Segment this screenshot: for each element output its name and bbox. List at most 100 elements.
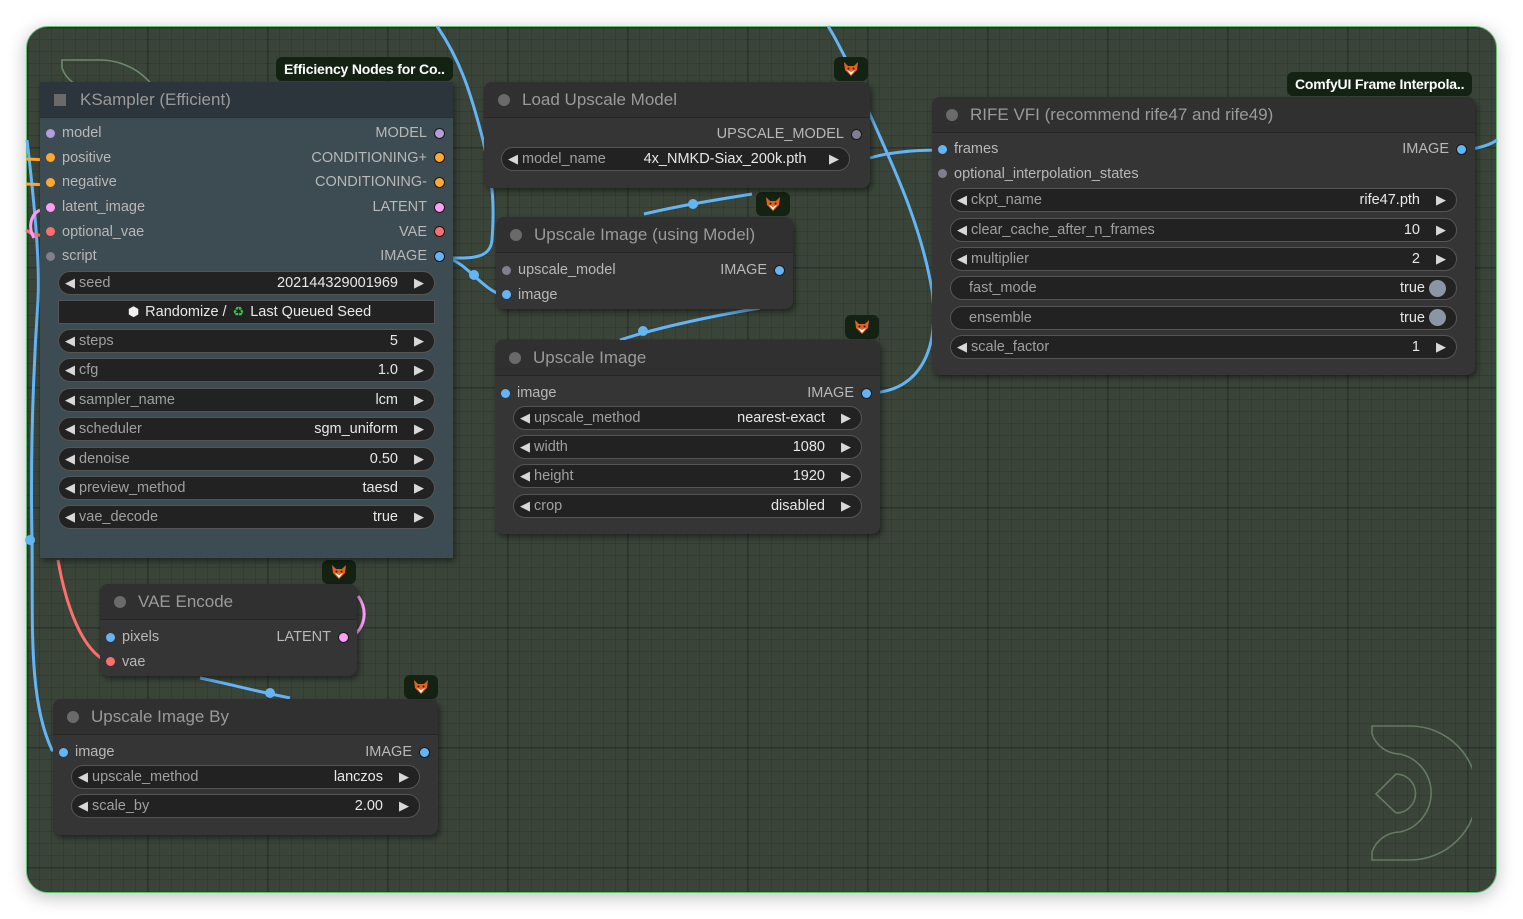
widget-scale-by[interactable]: ◀ scale_by 2.00 ▶ xyxy=(71,793,420,818)
increment-arrow-icon[interactable]: ▶ xyxy=(410,451,424,467)
output-slot-image[interactable]: IMAGE xyxy=(1402,141,1467,157)
node-load-upscale-model[interactable]: Load Upscale Model UPSCALE_MODEL ◀ model… xyxy=(484,82,870,188)
decrement-arrow-icon[interactable]: ◀ xyxy=(65,421,79,437)
widget-scale-factor[interactable]: ◀ scale_factor 1 ▶ xyxy=(950,335,1457,360)
output-slot-upscale-model[interactable]: UPSCALE_MODEL xyxy=(717,126,862,142)
increment-arrow-icon[interactable]: ▶ xyxy=(410,362,424,378)
node-ksampler-efficient[interactable]: KSampler (Efficient) model MODEL positiv… xyxy=(40,82,453,558)
collapse-toggle[interactable] xyxy=(54,93,66,106)
decrement-arrow-icon[interactable]: ◀ xyxy=(520,468,534,484)
widget-ensemble[interactable]: ensemble true xyxy=(950,305,1457,330)
widget-steps[interactable]: ◀ steps 5 ▶ xyxy=(58,328,435,353)
collapse-toggle[interactable] xyxy=(946,108,958,121)
decrement-arrow-icon[interactable]: ◀ xyxy=(65,480,79,496)
widget-width[interactable]: ◀ width 1080 ▶ xyxy=(513,434,862,459)
widget-vae-decode[interactable]: ◀ vae_decode true ▶ xyxy=(58,505,435,530)
decrement-arrow-icon[interactable]: ◀ xyxy=(78,798,92,814)
input-slot-image[interactable]: image xyxy=(501,385,557,401)
increment-arrow-icon[interactable]: ▶ xyxy=(410,480,424,496)
collapse-toggle[interactable] xyxy=(509,351,521,364)
widget-preview-method[interactable]: ◀ preview_method taesd ▶ xyxy=(58,475,435,500)
output-slot-conditioning-positive[interactable]: CONDITIONING+ xyxy=(311,150,445,166)
input-slot-image[interactable]: image xyxy=(502,287,558,303)
output-slot-latent[interactable]: LATENT xyxy=(372,199,445,215)
output-slot-image[interactable]: IMAGE xyxy=(380,248,445,264)
decrement-arrow-icon[interactable]: ◀ xyxy=(957,222,971,238)
increment-arrow-icon[interactable]: ▶ xyxy=(410,333,424,349)
widget-cfg[interactable]: ◀ cfg 1.0 ▶ xyxy=(58,358,435,383)
input-slot-positive[interactable]: positive xyxy=(46,150,111,166)
input-slot-script[interactable]: script xyxy=(46,248,97,264)
decrement-arrow-icon[interactable]: ◀ xyxy=(957,339,971,355)
node-upscale-image[interactable]: Upscale Image image IMAGE ◀ upscale_metho… xyxy=(495,340,880,534)
widget-upscale-method[interactable]: ◀ upscale_method nearest-exact ▶ xyxy=(513,405,862,430)
decrement-arrow-icon[interactable]: ◀ xyxy=(520,498,534,514)
increment-arrow-icon[interactable]: ▶ xyxy=(837,439,851,455)
node-title-bar[interactable]: KSampler (Efficient) xyxy=(40,82,453,118)
node-vae-encode[interactable]: VAE Encode pixels LATENT vae xyxy=(100,584,357,676)
decrement-arrow-icon[interactable]: ◀ xyxy=(65,451,79,467)
decrement-arrow-icon[interactable]: ◀ xyxy=(65,509,79,525)
input-slot-latent-image[interactable]: latent_image xyxy=(46,199,145,215)
increment-arrow-icon[interactable]: ▶ xyxy=(1432,339,1446,355)
widget-crop[interactable]: ◀ crop disabled ▶ xyxy=(513,493,862,518)
widget-denoise[interactable]: ◀ denoise 0.50 ▶ xyxy=(58,446,435,471)
output-slot-model[interactable]: MODEL xyxy=(375,125,445,141)
widget-upscale-method[interactable]: ◀ upscale_method lanczos ▶ xyxy=(71,764,420,789)
input-slot-negative[interactable]: negative xyxy=(46,174,117,190)
node-upscale-image-by[interactable]: Upscale Image By image IMAGE ◀ upscale_me… xyxy=(53,699,438,835)
increment-arrow-icon[interactable]: ▶ xyxy=(1432,192,1446,208)
output-slot-latent[interactable]: LATENT xyxy=(276,629,349,645)
widget-fast-mode[interactable]: fast_mode true xyxy=(950,276,1457,301)
output-slot-vae[interactable]: VAE xyxy=(399,224,445,240)
decrement-arrow-icon[interactable]: ◀ xyxy=(65,362,79,378)
increment-arrow-icon[interactable]: ▶ xyxy=(395,798,409,814)
increment-arrow-icon[interactable]: ▶ xyxy=(1432,251,1446,267)
output-slot-conditioning-negative[interactable]: CONDITIONING- xyxy=(315,174,445,190)
widget-model-name[interactable]: ◀ model_name 4x_NMKD-Siax_200k.pth ▶ xyxy=(501,146,850,171)
widget-height[interactable]: ◀ height 1920 ▶ xyxy=(513,464,862,489)
node-title-bar[interactable]: RIFE VFI (recommend rife47 and rife49) xyxy=(932,97,1475,133)
widget-seed[interactable]: ◀ seed 202144329001969 ▶ xyxy=(58,270,435,295)
output-slot-image[interactable]: IMAGE xyxy=(365,744,430,760)
input-slot-model[interactable]: model xyxy=(46,125,102,141)
input-slot-upscale-model[interactable]: upscale_model xyxy=(502,262,616,278)
decrement-arrow-icon[interactable]: ◀ xyxy=(508,151,522,167)
increment-arrow-icon[interactable]: ▶ xyxy=(410,275,424,291)
increment-arrow-icon[interactable]: ▶ xyxy=(837,498,851,514)
increment-arrow-icon[interactable]: ▶ xyxy=(410,509,424,525)
collapse-toggle[interactable] xyxy=(67,710,79,723)
input-slot-optional-interpolation-states[interactable]: optional_interpolation_states xyxy=(938,166,1139,182)
decrement-arrow-icon[interactable]: ◀ xyxy=(65,275,79,291)
node-title-bar[interactable]: VAE Encode xyxy=(100,584,357,620)
output-slot-image[interactable]: IMAGE xyxy=(720,262,785,278)
node-title-bar[interactable]: Load Upscale Model xyxy=(484,82,870,118)
input-slot-image[interactable]: image xyxy=(59,744,115,760)
decrement-arrow-icon[interactable]: ◀ xyxy=(957,251,971,267)
input-slot-frames[interactable]: frames xyxy=(938,141,998,157)
widget-clear-cache-after-n-frames[interactable]: ◀ clear_cache_after_n_frames 10 ▶ xyxy=(950,217,1457,242)
decrement-arrow-icon[interactable]: ◀ xyxy=(65,392,79,408)
input-slot-pixels[interactable]: pixels xyxy=(106,629,159,645)
increment-arrow-icon[interactable]: ▶ xyxy=(410,421,424,437)
node-title-bar[interactable]: Upscale Image xyxy=(495,340,880,376)
node-title-bar[interactable]: Upscale Image By xyxy=(53,699,438,735)
widget-scheduler[interactable]: ◀ scheduler sgm_uniform ▶ xyxy=(58,417,435,442)
toggle-switch[interactable] xyxy=(1429,279,1446,297)
node-rife-vfi[interactable]: RIFE VFI (recommend rife47 and rife49) f… xyxy=(932,97,1475,375)
input-slot-vae[interactable]: vae xyxy=(106,654,145,670)
collapse-toggle[interactable] xyxy=(114,595,126,608)
widget-ckpt-name[interactable]: ◀ ckpt_name rife47.pth ▶ xyxy=(950,188,1457,213)
output-slot-image[interactable]: IMAGE xyxy=(807,385,872,401)
decrement-arrow-icon[interactable]: ◀ xyxy=(957,192,971,208)
collapse-toggle[interactable] xyxy=(498,93,510,106)
increment-arrow-icon[interactable]: ▶ xyxy=(410,392,424,408)
increment-arrow-icon[interactable]: ▶ xyxy=(395,769,409,785)
increment-arrow-icon[interactable]: ▶ xyxy=(837,468,851,484)
decrement-arrow-icon[interactable]: ◀ xyxy=(65,333,79,349)
widget-sampler-name[interactable]: ◀ sampler_name lcm ▶ xyxy=(58,387,435,412)
randomize-seed-button[interactable]: ⬢ Randomize / ♻ Last Queued Seed xyxy=(58,299,435,324)
node-title-bar[interactable]: Upscale Image (using Model) xyxy=(496,217,793,253)
node-upscale-image-using-model[interactable]: Upscale Image (using Model) upscale_mode… xyxy=(496,217,793,309)
input-slot-optional-vae[interactable]: optional_vae xyxy=(46,224,144,240)
